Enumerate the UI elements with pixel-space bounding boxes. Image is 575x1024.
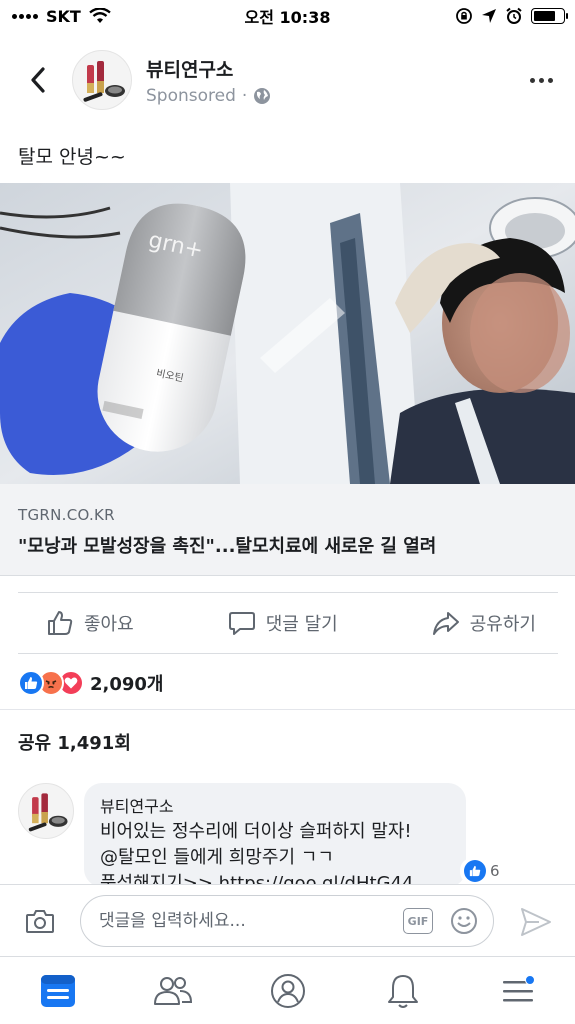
status-bar: SKT 오전 10:38 <box>0 0 575 32</box>
share-button[interactable]: 공유하기 <box>432 609 536 637</box>
more-options-button[interactable] <box>525 64 557 96</box>
like-label: 좋아요 <box>84 614 134 635</box>
post-header: 뷰티연구소 Sponsored · <box>0 44 575 116</box>
like-reaction-icon <box>18 670 44 696</box>
separator-dot: · <box>241 85 248 106</box>
comment-bubble[interactable]: 뷰티연구소 비어있는 정수리에 더이상 슬퍼하지 말자! @탈모인 들에게 희망… <box>84 783 466 887</box>
send-icon[interactable] <box>519 905 553 939</box>
wifi-icon <box>89 8 111 23</box>
globe-icon <box>254 87 271 104</box>
comment-like-number: 6 <box>490 862 500 880</box>
comment-label: 댓글 달기 <box>265 614 338 635</box>
cosmetics-logo-icon <box>83 61 125 102</box>
chevron-left-icon <box>31 67 45 93</box>
link-title: "모낭과 모발성장을 촉진"...탈모치료에 새로운 길 열려 <box>18 536 437 557</box>
share-label: 공유하기 <box>469 614 536 635</box>
back-button[interactable] <box>18 60 58 100</box>
clock: 오전 10:38 <box>244 8 331 27</box>
comment-button[interactable]: 댓글 달기 <box>228 609 338 637</box>
profile-icon <box>270 973 305 1008</box>
link-domain: TGRN.CO.KR <box>18 506 115 524</box>
reaction-count: 2,090개 <box>90 674 164 695</box>
camera-button[interactable] <box>20 901 60 941</box>
like-reaction-icon <box>464 860 486 882</box>
camera-icon <box>26 909 54 933</box>
tab-friends[interactable] <box>143 961 203 1021</box>
ad-photo-illustration: grn+ 비오틴 <box>0 183 575 484</box>
like-button[interactable]: 좋아요 <box>46 609 134 637</box>
thumbs-up-icon <box>48 611 73 635</box>
bottom-tab-bar <box>0 956 575 1024</box>
sponsored-label[interactable]: Sponsored <box>146 86 236 106</box>
friends-icon <box>153 976 192 1005</box>
comment-field[interactable]: GIF <box>80 895 494 947</box>
ad-image[interactable]: grn+ 비오틴 <box>0 183 575 484</box>
bell-icon <box>387 974 418 1008</box>
signal-strength-icon <box>12 13 38 19</box>
tab-news-feed[interactable] <box>28 961 88 1021</box>
alarm-icon <box>506 7 522 24</box>
menu-notification-dot <box>524 974 535 985</box>
rotation-lock-icon <box>456 8 472 24</box>
cosmetics-logo-icon <box>28 793 68 832</box>
comment-author[interactable]: 뷰티연구소 <box>100 793 450 817</box>
location-icon <box>482 9 496 23</box>
comment-text: 비어있는 정수리에 더이상 슬퍼하지 말자! @탈모인 들에게 희망주기 ㄱㄱ … <box>100 821 414 887</box>
tab-profile[interactable] <box>258 961 318 1021</box>
battery-icon <box>531 8 568 24</box>
comment-bubble-icon <box>228 612 255 635</box>
emoji-icon[interactable] <box>449 906 479 936</box>
tab-notifications[interactable] <box>373 961 433 1021</box>
link-preview[interactable]: TGRN.CO.KR "모낭과 모발성장을 촉진"...탈모치료에 새로운 길 … <box>0 484 575 576</box>
share-arrow-icon <box>432 612 459 635</box>
share-count[interactable]: 공유 1,491회 <box>18 729 131 755</box>
reactions-summary[interactable]: 2,090개 <box>18 670 164 696</box>
divider <box>0 709 575 710</box>
comment-input-bar: GIF <box>0 884 575 956</box>
post-actions: 좋아요 댓글 달기 공유하기 <box>18 592 558 654</box>
gif-button[interactable]: GIF <box>403 908 433 934</box>
comment-input[interactable] <box>99 911 379 931</box>
page-avatar[interactable] <box>72 50 132 110</box>
comment-like-count[interactable]: 6 <box>460 858 504 884</box>
post-text: 탈모 안녕~~ <box>18 146 126 168</box>
comment-author-avatar[interactable] <box>18 783 74 839</box>
news-feed-icon <box>40 974 75 1007</box>
carrier-label: SKT <box>46 6 81 26</box>
tab-menu[interactable] <box>488 961 548 1021</box>
page-name[interactable]: 뷰티연구소 <box>146 55 271 82</box>
